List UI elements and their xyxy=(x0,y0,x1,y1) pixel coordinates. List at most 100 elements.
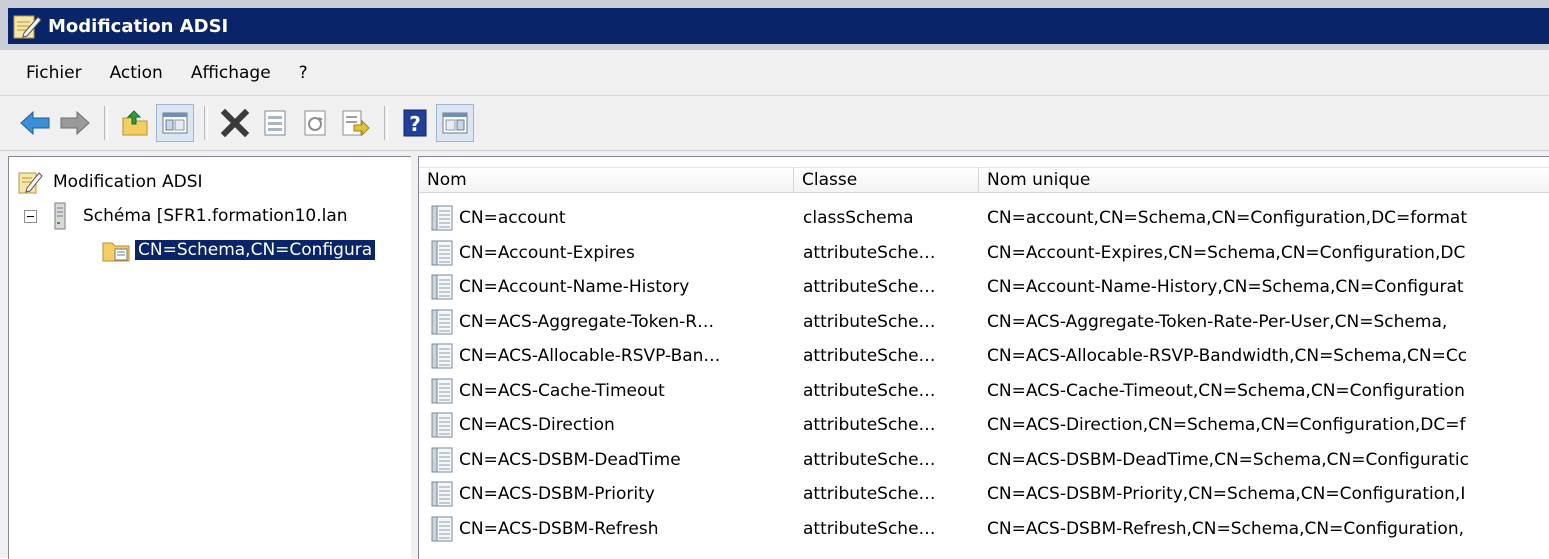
toolbar-separator xyxy=(104,106,108,140)
table-row[interactable]: CN=ACS-DSBM-Priority attributeSche… CN=ACS… xyxy=(419,477,1549,512)
row-name: CN=Account-Name-History xyxy=(459,277,690,298)
cell-nom-unique: CN=ACS-DSBM-DeadTime,CN=Schema,CN=Config… xyxy=(987,449,1469,470)
svg-text:?: ? xyxy=(409,112,421,136)
cell-nom-unique: CN=ACS-DSBM-Priority,CN=Schema,CN=Config… xyxy=(987,484,1466,505)
cell-nom-unique: CN=ACS-Allocable-RSVP-Bandwidth,CN=Schem… xyxy=(987,346,1468,367)
table-row[interactable]: CN=ACS-DSBM-Refresh attributeSche… CN=ACS-… xyxy=(419,512,1549,547)
schema-object-icon xyxy=(431,309,453,335)
table-row[interactable]: CN=Account-Expires attributeSche… CN=Accou… xyxy=(419,236,1549,271)
cell-classe: attributeSche… xyxy=(803,380,936,401)
results-list[interactable]: Nom Classe Nom unique CN=account classSch… xyxy=(418,156,1549,559)
export-list-button[interactable] xyxy=(336,104,374,142)
menu-affichage[interactable]: Affichage xyxy=(177,63,285,83)
show-hide-tree-icon xyxy=(162,112,188,134)
cell-classe: attributeSche… xyxy=(803,346,936,367)
row-name: CN=ACS-Direction xyxy=(459,415,615,436)
column-header-row: Nom Classe Nom unique xyxy=(419,167,1549,194)
cell-nom-unique: CN=Account-Expires,CN=Schema,CN=Configur… xyxy=(987,242,1466,263)
delete-button[interactable] xyxy=(216,104,254,142)
table-row[interactable]: CN=ACS-Aggregate-Token-R… attributeSche… C… xyxy=(419,305,1549,340)
cell-classe: attributeSche… xyxy=(803,311,936,332)
adsi-edit-icon xyxy=(18,172,43,194)
title-bar: Modification ADSI xyxy=(0,0,1549,51)
schema-object-icon xyxy=(431,205,453,231)
back-button[interactable] xyxy=(16,104,54,142)
toolbar: ? xyxy=(0,96,1549,151)
cell-nom: CN=ACS-Allocable-RSVP-Ban… xyxy=(419,343,794,369)
table-row[interactable]: CN=ACS-DSBM-DeadTime attributeSche… CN=ACS… xyxy=(419,443,1549,478)
toolbar-separator xyxy=(204,106,208,140)
tree-item-schema-container[interactable]: CN=Schema,CN=Configura xyxy=(101,235,376,265)
schema-object-icon xyxy=(431,240,453,266)
back-arrow-icon xyxy=(20,110,50,136)
row-name: CN=ACS-Allocable-RSVP-Ban… xyxy=(459,346,721,367)
server-icon xyxy=(54,202,66,230)
tree-label-server: Schéma [SFR1.formation10.lan xyxy=(83,206,348,226)
tree-item-root[interactable]: Modification ADSI xyxy=(17,167,203,197)
menu-help[interactable]: ? xyxy=(285,63,322,83)
schema-object-icon xyxy=(431,274,453,300)
cell-nom-unique: CN=ACS-Cache-Timeout,CN=Schema,CN=Config… xyxy=(987,380,1465,401)
tree-item-server[interactable]: Schéma [SFR1.formation10.lan xyxy=(24,201,348,231)
cell-nom: CN=ACS-DSBM-Priority xyxy=(419,481,794,507)
table-row[interactable]: CN=account classSchema CN=account,CN=Schem… xyxy=(419,201,1549,236)
window-title: Modification ADSI xyxy=(48,15,229,37)
delete-icon xyxy=(220,108,250,138)
column-header-nom[interactable]: Nom xyxy=(419,167,794,193)
row-name: CN=ACS-DSBM-DeadTime xyxy=(459,449,681,470)
menu-fichier[interactable]: Fichier xyxy=(8,63,96,83)
up-folder-icon xyxy=(122,110,148,136)
table-row[interactable]: CN=Account-Name-History attributeSche… CN=… xyxy=(419,270,1549,305)
toolbar-separator xyxy=(384,106,388,140)
schema-object-icon xyxy=(431,481,453,507)
cell-classe: attributeSche… xyxy=(803,518,936,539)
row-name: CN=account xyxy=(459,208,566,229)
cell-nom: CN=ACS-Aggregate-Token-R… xyxy=(419,309,794,335)
table-row[interactable]: CN=ACS-Direction attributeSche… CN=ACS-Dir… xyxy=(419,408,1549,443)
menu-action[interactable]: Action xyxy=(96,63,177,83)
properties-icon xyxy=(264,110,286,136)
adsi-edit-icon xyxy=(13,15,42,39)
show-hide-console-tree-button[interactable] xyxy=(156,104,194,142)
cell-nom-unique: CN=ACS-DSBM-Refresh,CN=Schema,CN=Configu… xyxy=(987,518,1465,539)
properties-button[interactable] xyxy=(256,104,294,142)
row-name: CN=ACS-DSBM-Refresh xyxy=(459,518,659,539)
table-row[interactable]: CN=ACS-Cache-Timeout attributeSche… CN=ACS… xyxy=(419,374,1549,409)
schema-object-icon xyxy=(431,378,453,404)
row-name: CN=ACS-DSBM-Priority xyxy=(459,484,655,505)
cell-nom: CN=account xyxy=(419,205,794,231)
cell-nom: CN=ACS-Direction xyxy=(419,412,794,438)
help-icon: ? xyxy=(403,109,427,137)
schema-object-icon xyxy=(431,447,453,473)
menu-bar: Fichier Action Affichage ? xyxy=(0,50,1549,96)
schema-object-icon xyxy=(431,516,453,542)
console-tree[interactable]: Modification ADSI Schéma [SFR1.formation… xyxy=(8,156,411,559)
help-button[interactable]: ? xyxy=(396,104,434,142)
cell-classe: classSchema xyxy=(803,208,914,229)
row-name: CN=ACS-Aggregate-Token-R… xyxy=(459,311,715,332)
cell-classe: attributeSche… xyxy=(803,449,936,470)
list-rows: CN=account classSchema CN=account,CN=Schem… xyxy=(419,201,1549,546)
cell-nom-unique: CN=ACS-Aggregate-Token-Rate-Per-User,CN=… xyxy=(987,311,1448,332)
refresh-button[interactable] xyxy=(296,104,334,142)
schema-folder-icon xyxy=(102,242,130,262)
column-header-classe[interactable]: Classe xyxy=(794,167,979,193)
row-name: CN=ACS-Cache-Timeout xyxy=(459,380,665,401)
show-hide-action-pane-button[interactable] xyxy=(436,104,474,142)
title-bar-active[interactable]: Modification ADSI xyxy=(8,8,1549,44)
cell-nom: CN=ACS-Cache-Timeout xyxy=(419,378,794,404)
cell-nom-unique: CN=account,CN=Schema,CN=Configuration,DC… xyxy=(987,208,1467,229)
cell-classe: attributeSche… xyxy=(803,242,936,263)
schema-object-icon xyxy=(431,412,453,438)
table-row[interactable]: CN=ACS-Allocable-RSVP-Ban… attributeSche…… xyxy=(419,339,1549,374)
cell-classe: attributeSche… xyxy=(803,415,936,436)
up-one-level-button[interactable] xyxy=(116,104,154,142)
collapse-toggle[interactable] xyxy=(24,209,37,223)
main-area: Modification ADSI Schéma [SFR1.formation… xyxy=(0,151,1549,559)
tree-label-root: Modification ADSI xyxy=(53,172,203,192)
column-header-nom-unique[interactable]: Nom unique xyxy=(979,167,1549,193)
cell-nom: CN=Account-Name-History xyxy=(419,274,794,300)
forward-button[interactable] xyxy=(56,104,94,142)
cell-nom: CN=ACS-DSBM-DeadTime xyxy=(419,447,794,473)
export-list-icon xyxy=(342,110,370,137)
